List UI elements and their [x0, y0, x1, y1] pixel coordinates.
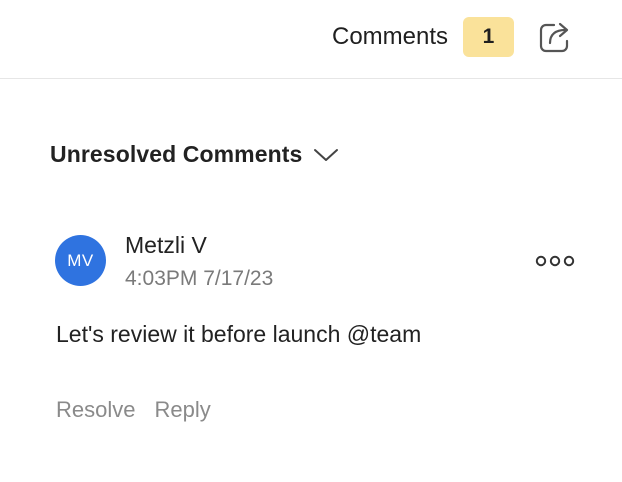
comment-actions: Resolve Reply — [56, 395, 211, 425]
comments-header: Comments 1 — [0, 0, 622, 79]
reply-button[interactable]: Reply — [154, 395, 210, 425]
share-icon — [539, 22, 569, 53]
chevron-down-icon — [314, 149, 339, 161]
more-options-icon — [535, 255, 575, 267]
section-title: Unresolved Comments — [50, 140, 303, 167]
comment-author: Metzli V — [125, 232, 207, 258]
comments-title: Comments — [332, 23, 449, 50]
resolve-button[interactable]: Resolve — [56, 395, 135, 425]
comment-text: Let's review it before launch @team — [56, 321, 422, 347]
comment-count-badge: 1 — [463, 17, 514, 57]
more-options-button[interactable] — [532, 250, 578, 272]
avatar: MV — [55, 235, 106, 286]
share-button[interactable] — [536, 19, 574, 55]
comment-timestamp: 4:03PM 7/17/23 — [125, 267, 274, 290]
unresolved-comments-toggle[interactable]: Unresolved Comments — [50, 138, 339, 170]
